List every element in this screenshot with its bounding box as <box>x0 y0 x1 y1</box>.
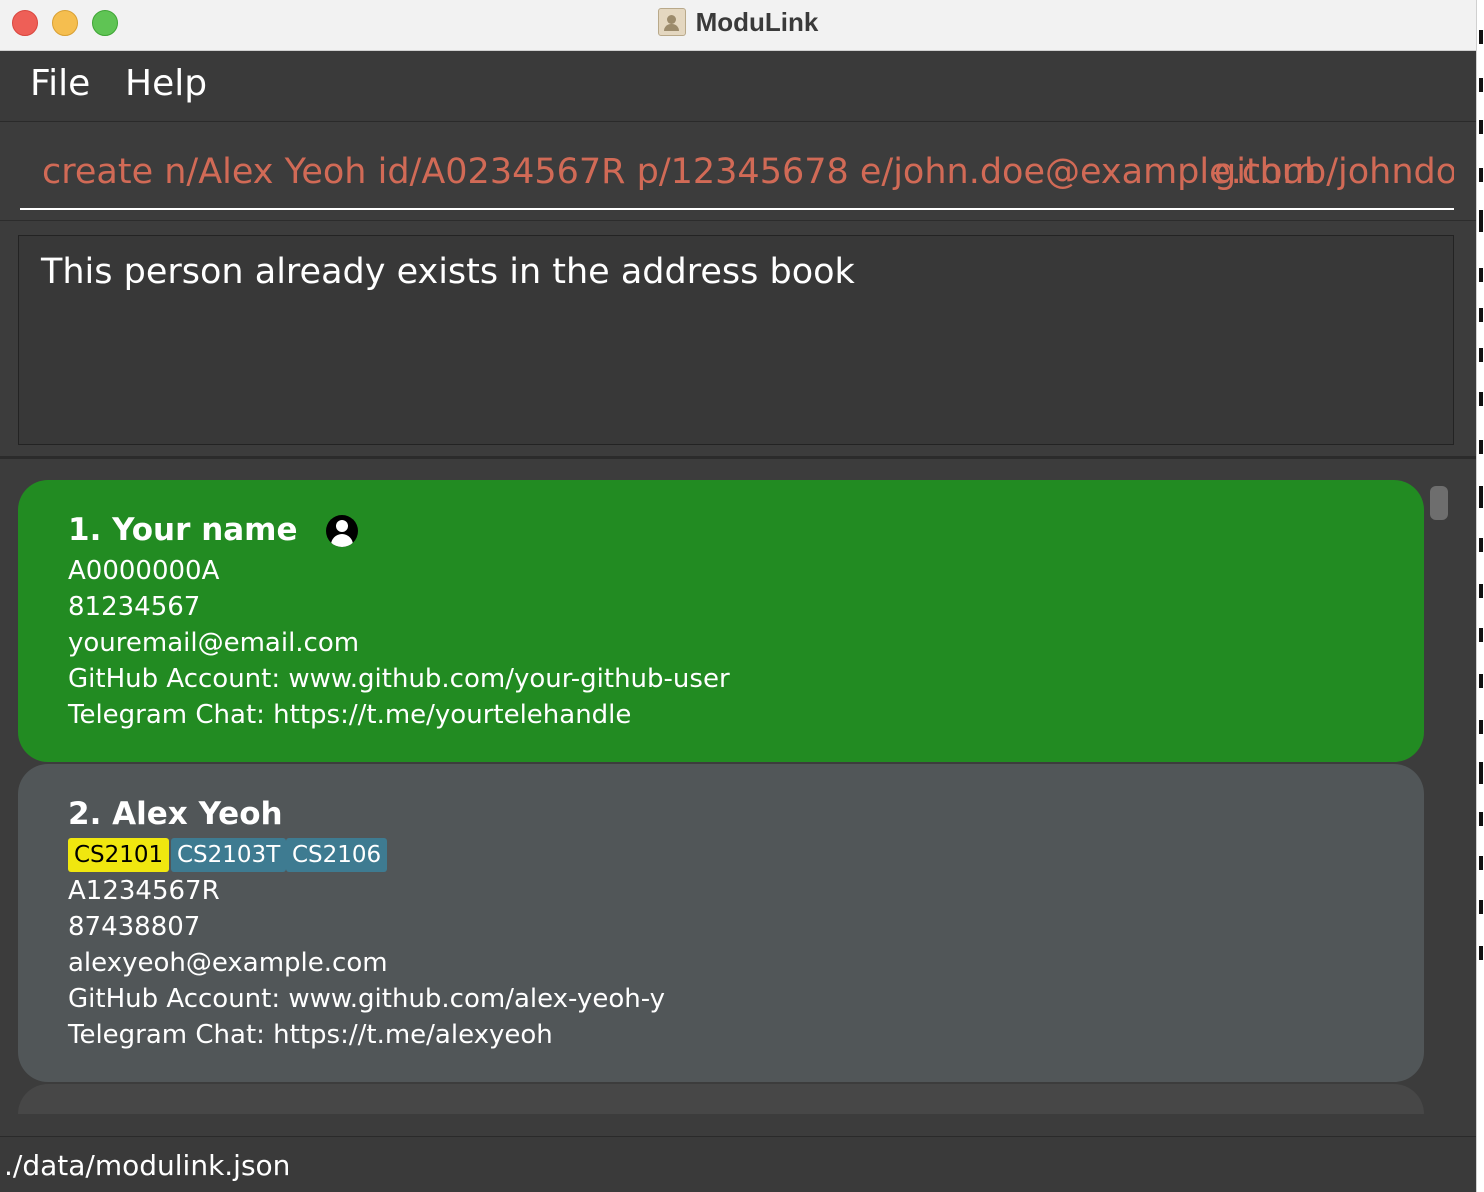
person-name: 1. Your name <box>68 512 298 548</box>
menu-help[interactable]: Help <box>125 63 207 104</box>
person-list[interactable]: 1. Your name A0000000A 81234567 youremai… <box>0 460 1476 1114</box>
address-book-icon <box>657 8 686 36</box>
person-github: GitHub Account: www.github.com/your-gith… <box>68 664 730 694</box>
command-input-text: create n/Alex Yeoh id/A0234567R p/123456… <box>42 152 1317 192</box>
command-input-text-cont: github/johndo <box>1214 152 1454 192</box>
status-bar: ./data/modulink.json <box>0 1136 1476 1192</box>
person-card-partial[interactable] <box>18 1084 1424 1114</box>
scrollbar-thumb[interactable] <box>1430 486 1448 520</box>
person-phone: 87438807 <box>68 912 201 942</box>
person-id: A0000000A <box>68 556 220 586</box>
app-window: ModuLink File Help create n/Alex Yeoh id… <box>0 0 1476 1192</box>
module-tag: CS2106 <box>286 838 388 872</box>
person-email: youremail@email.com <box>68 628 360 658</box>
split-divider[interactable] <box>0 456 1476 459</box>
window-title-group: ModuLink <box>0 0 1476 44</box>
module-tag: CS2103T <box>171 838 287 872</box>
person-telegram: Telegram Chat: https://t.me/alexyeoh <box>68 1020 553 1050</box>
window-title: ModuLink <box>695 6 819 37</box>
person-list-scrollbar[interactable] <box>1426 460 1454 1114</box>
module-tag: CS2101 <box>68 838 170 872</box>
user-icon <box>326 515 358 547</box>
person-phone: 81234567 <box>68 592 201 622</box>
command-input[interactable]: create n/Alex Yeoh id/A0234567R p/123456… <box>20 140 1454 210</box>
person-name: 2. Alex Yeoh <box>68 796 283 832</box>
title-bar: ModuLink <box>0 0 1476 51</box>
person-email: alexyeoh@example.com <box>68 948 388 978</box>
person-telegram: Telegram Chat: https://t.me/yourtelehand… <box>68 700 632 730</box>
person-id: A1234567R <box>68 876 220 906</box>
menu-bar: File Help <box>0 51 1476 122</box>
person-github: GitHub Account: www.github.com/alex-yeoh… <box>68 984 666 1014</box>
result-display[interactable]: This person already exists in the addres… <box>18 235 1454 445</box>
menu-file[interactable]: File <box>30 63 90 104</box>
command-box-area: create n/Alex Yeoh id/A0234567R p/123456… <box>0 122 1476 221</box>
person-card[interactable]: 2. Alex Yeoh CS2101 CS2103T CS2106 A1234… <box>18 764 1424 1082</box>
person-card-self[interactable]: 1. Your name A0000000A 81234567 youremai… <box>18 480 1424 762</box>
save-location: ./data/modulink.json <box>4 1149 291 1182</box>
background-window-edge <box>1476 0 1484 1192</box>
result-message: This person already exists in the addres… <box>41 252 855 292</box>
